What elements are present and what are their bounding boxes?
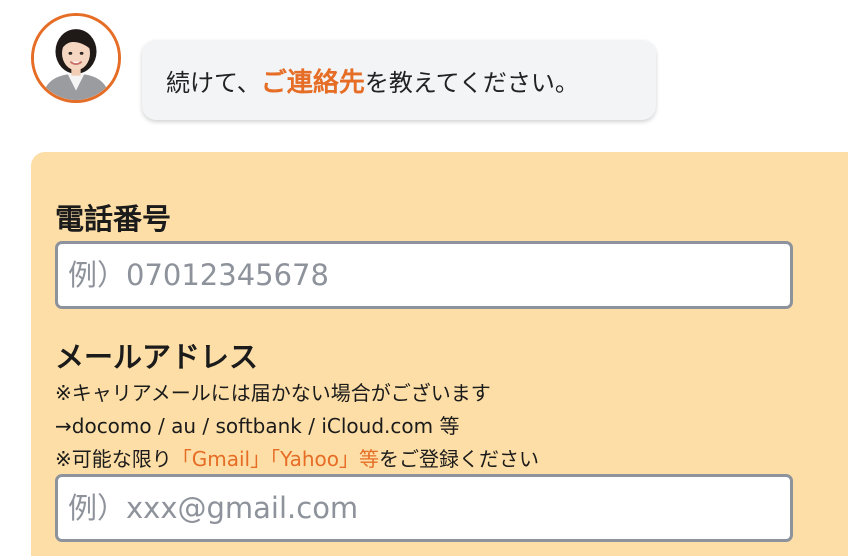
email-input[interactable] bbox=[55, 474, 793, 542]
operator-avatar bbox=[31, 13, 121, 103]
email-note-suffix: をご登録ください bbox=[378, 447, 539, 471]
email-note-highlight: 「Gmail」「Yahoo」等 bbox=[171, 447, 379, 471]
email-label: メールアドレス bbox=[55, 340, 259, 374]
email-note-carrier: ※キャリアメールには届かない場合がございます bbox=[55, 381, 491, 405]
email-note-domains: →docomo / au / softbank / iCloud.com 等 bbox=[55, 414, 460, 438]
message-text-after: を教えてください。 bbox=[364, 68, 579, 97]
phone-input[interactable] bbox=[55, 241, 793, 309]
email-note-prefix: ※可能な限り bbox=[55, 447, 172, 471]
person-avatar-icon bbox=[34, 16, 118, 100]
chat-message-bubble: 続けて、 ご連絡先 を教えてください。 bbox=[142, 40, 656, 120]
message-text-highlight: ご連絡先 bbox=[260, 67, 365, 98]
chat-form-page: 続けて、ご連絡先を教えてください。 電話番号 メールアドレス ※キャリアメールに… bbox=[0, 0, 848, 556]
phone-label: 電話番号 bbox=[55, 202, 172, 236]
message-text-before: 続けて、 bbox=[166, 68, 261, 97]
email-note-recommend: ※可能な限り「Gmail」「Yahoo」等をご登録ください bbox=[55, 443, 539, 472]
